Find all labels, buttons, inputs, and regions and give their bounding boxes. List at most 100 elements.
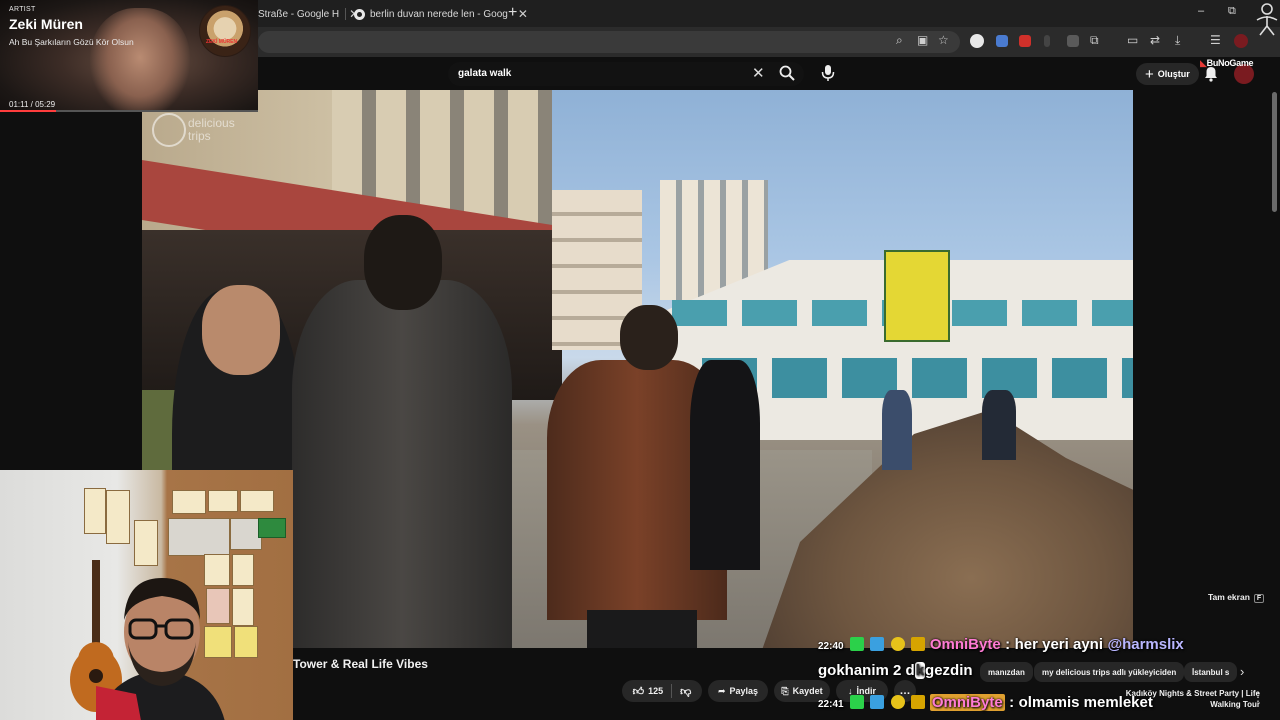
- download-label: İndir: [856, 686, 877, 696]
- thumbs-up-icon[interactable]: 👍︎: [633, 685, 645, 698]
- divider: [671, 684, 673, 698]
- download-button[interactable]: ↓ İndir: [836, 680, 888, 702]
- video-title: Tower & Real Life Vibes: [293, 657, 428, 671]
- install-icon[interactable]: ▣: [917, 33, 928, 47]
- more-actions-button[interactable]: …: [894, 680, 916, 702]
- chevron-right-icon[interactable]: ›: [1240, 664, 1244, 679]
- wall-note: [134, 520, 158, 566]
- search-input[interactable]: galata walk: [458, 68, 511, 79]
- restore-button[interactable]: ⧉: [1228, 5, 1236, 18]
- wall-photo: [168, 518, 230, 556]
- song-time: 01:11 / 05:29: [9, 100, 56, 109]
- fullscreen-tooltip: Tam ekran F: [1208, 592, 1265, 603]
- wall-note: [208, 490, 238, 512]
- person-black-suit: [690, 360, 760, 570]
- total-duration: 05:29: [35, 100, 56, 109]
- chat-separator: :: [1009, 694, 1015, 711]
- streamer: [96, 578, 225, 720]
- channel-logo-text: BuNoGame: [1206, 58, 1254, 68]
- save-button[interactable]: ⎘ Kaydet: [774, 680, 830, 702]
- artist-backdrop: [90, 8, 190, 112]
- chip-filter[interactable]: my delicious trips adlı yükleyiciden: [1034, 662, 1185, 682]
- person-head: [364, 215, 442, 310]
- translate-extension-icon[interactable]: [996, 35, 1008, 47]
- channel-watermark: delicious trips: [152, 110, 262, 150]
- extension-icon[interactable]: [970, 34, 984, 48]
- clear-search-icon[interactable]: ✕: [752, 64, 765, 82]
- artist-name: Zeki Müren: [9, 16, 83, 32]
- address-bar[interactable]: [258, 31, 960, 53]
- create-label: Oluştur: [1157, 69, 1190, 79]
- extensions-puzzle-icon[interactable]: ⧉: [1090, 33, 1099, 48]
- microphone-icon[interactable]: [820, 64, 836, 82]
- chat-text-obscured: k: [914, 662, 926, 679]
- tab-separator: [345, 8, 346, 20]
- music-progress-bar: [0, 110, 258, 112]
- wall-note: [232, 588, 254, 626]
- bookmark-star-icon[interactable]: ☆: [938, 33, 949, 47]
- tab-label: Straße - Google H: [258, 8, 340, 20]
- supermarket-windows-lower: [702, 358, 1133, 398]
- logo-mark-icon: ◣: [1200, 58, 1207, 68]
- person-leather-jacket: [292, 280, 512, 648]
- streamer-webcam: [0, 470, 293, 720]
- search-icon[interactable]: [778, 64, 796, 82]
- tab-close-icon[interactable]: ✕: [518, 7, 528, 21]
- rubble-pile: [762, 410, 1133, 648]
- share-arrow-icon: ➦: [717, 685, 726, 696]
- plus-icon: +: [1145, 65, 1154, 83]
- wall-note: [172, 490, 206, 514]
- fullscreen-hint: Tam ekran: [1208, 592, 1250, 602]
- reading-list-icon[interactable]: ☰: [1210, 33, 1221, 47]
- chat-username: OmniByte: [929, 694, 1005, 711]
- bookmark-icon: ⎘: [781, 685, 789, 696]
- music-progress-fill: [0, 110, 56, 112]
- download-arrow-icon: ↓: [848, 686, 853, 696]
- minimize-button[interactable]: –: [1198, 5, 1204, 17]
- share-button[interactable]: ➦ Paylaş: [708, 680, 768, 702]
- watermark-text: delicious trips: [188, 117, 235, 143]
- profile-avatar[interactable]: [1234, 34, 1248, 48]
- chip-filter[interactable]: İstanbul s: [1184, 662, 1238, 682]
- wall-note: [234, 626, 258, 658]
- download-icon[interactable]: ⤓: [1175, 33, 1180, 48]
- translate-icon[interactable]: ⇄: [1150, 33, 1160, 47]
- person-brown-head: [620, 305, 678, 370]
- zoom-icon[interactable]: ⌕: [896, 33, 903, 48]
- elapsed-time: 01:11: [9, 100, 29, 109]
- extension-icon[interactable]: [1067, 35, 1079, 47]
- google-favicon-icon: [354, 8, 365, 20]
- artist-label: ARTIST: [9, 6, 36, 13]
- person-distant: [982, 390, 1016, 460]
- like-dislike-button[interactable]: 👍︎ 125 👎︎: [622, 680, 702, 702]
- extension-icon[interactable]: [1044, 35, 1050, 47]
- tab-berlin-duvar[interactable]: berlin duvan nerede len - Goog ✕: [354, 4, 528, 24]
- side-panel-icon[interactable]: ▭: [1127, 33, 1138, 47]
- chip-filter[interactable]: manızdan: [980, 662, 1033, 682]
- exit-sign: [258, 518, 286, 538]
- youtube-extension-icon[interactable]: [1019, 35, 1031, 47]
- save-label: Kaydet: [792, 686, 823, 696]
- wall-note: [240, 490, 274, 512]
- up-next-video-title[interactable]: Kadıköy Nights & Street Party | Life Wal…: [1110, 688, 1260, 710]
- wall-note: [84, 488, 106, 534]
- create-button[interactable]: + Oluştur: [1136, 63, 1199, 85]
- person-left-head: [202, 285, 280, 375]
- accessibility-icon[interactable]: [1254, 2, 1280, 36]
- album-art: [199, 5, 251, 57]
- tab-label: berlin duvan nerede len - Goog: [370, 8, 508, 20]
- chat-text: gokhanim 2 d: [818, 662, 915, 679]
- music-now-playing-overlay: ARTIST Zeki Müren Ah Bu Şarkıların Gözü …: [0, 0, 258, 112]
- new-tab-button[interactable]: +: [508, 4, 517, 22]
- like-count: 125: [648, 686, 664, 696]
- channel-logo: ◣BuNoGame: [1200, 58, 1254, 69]
- wall-note: [106, 490, 130, 544]
- thumbs-down-icon[interactable]: 👎︎: [680, 685, 691, 698]
- page-scrollbar[interactable]: [1272, 92, 1277, 212]
- fullscreen-key: F: [1253, 594, 1265, 603]
- chat-message: gokhanim 2 dkgezdin: [818, 662, 973, 679]
- person-distant: [882, 390, 912, 470]
- person-trousers: [587, 610, 697, 648]
- more-vert-icon[interactable]: ⋮: [1252, 690, 1264, 704]
- watermark-line2: trips: [188, 129, 211, 143]
